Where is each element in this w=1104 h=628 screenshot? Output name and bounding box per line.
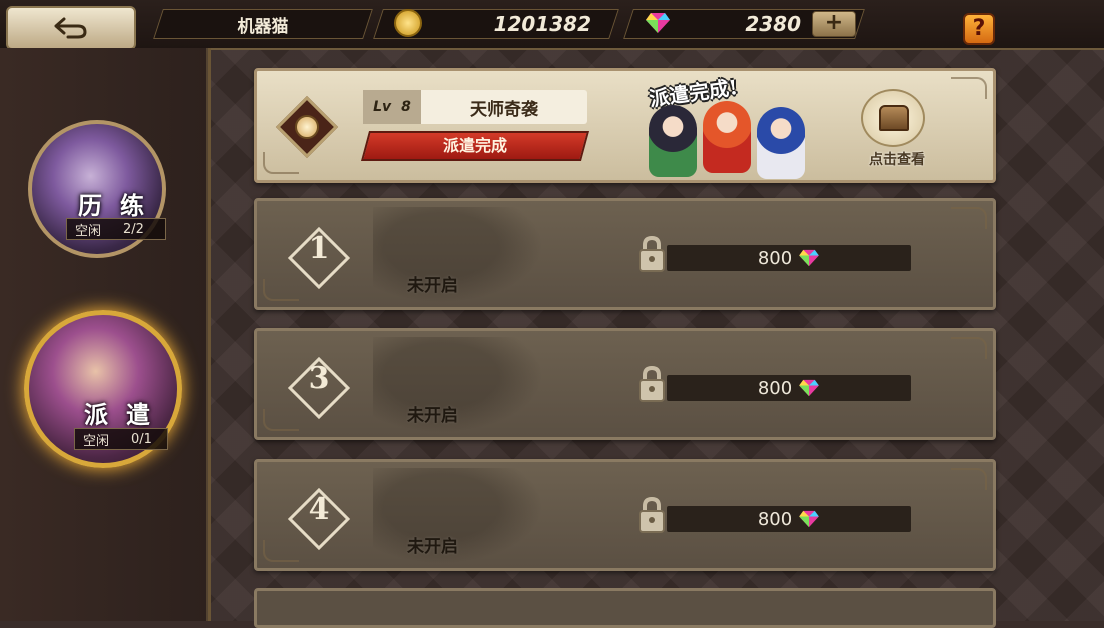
unlock-cost-button[interactable]: 800 [667,245,911,271]
mission-name: 天师奇袭 [470,99,538,120]
player-name: 机器猫 [237,16,289,37]
mission-info: Lv 8 天师奇袭 [363,90,587,124]
locked-slot-partial[interactable] [254,588,996,628]
slot-number: 3 [308,361,330,396]
chest-icon [879,105,909,131]
unlock-cost: 800 [757,247,793,269]
lock-icon [639,496,665,533]
unlock-cost-button[interactable]: 800 [667,375,911,401]
slot-number: 1 [308,231,330,266]
locked-label: 未开启 [407,276,458,296]
character-silhouette [373,207,543,303]
question-icon: ? [972,16,986,41]
corner-ornament [951,77,987,99]
player-name-panel: 机器猫 [153,9,373,39]
unlock-cost: 800 [757,508,793,530]
status-value: 2/2 [123,221,144,237]
chibi-character-green [649,105,697,177]
chibi-character-red [703,101,751,173]
gem-icon [799,510,819,528]
buy-gems-button[interactable]: + [812,11,856,37]
gem-icon [646,13,670,33]
status-value: 0/1 [131,431,152,447]
side-item-training-label: 历练 [78,191,162,220]
locked-label: 未开启 [407,537,458,557]
locked-slot-4[interactable]: 4 未开启 800 [254,459,996,571]
corner-ornament [263,279,299,301]
character-silhouette [373,337,543,433]
corner-ornament [951,468,987,490]
corner-ornament [951,207,987,229]
reward-chest-button[interactable] [861,89,925,147]
lock-icon [639,235,665,272]
gem-icon [799,379,819,397]
plus-icon: + [824,10,844,35]
corner-ornament [263,152,299,174]
gem-amount: 2380 [745,12,801,36]
locked-label: 未开启 [407,406,458,426]
help-button[interactable]: ? [963,13,995,45]
side-item-training-status: 空闲 2/2 [66,218,166,240]
gold-coin-icon [394,9,422,37]
character-silhouette [373,468,543,564]
lock-icon [639,365,665,402]
gold-amount: 1201382 [493,12,591,36]
level-prefix: Lv [373,99,392,115]
mission-card-completed[interactable]: Lv 8 天师奇袭 派遣完成 派遣完成! 点击查看 [254,68,996,183]
gem-icon [799,249,819,267]
slot-number: 4 [308,492,330,527]
status-label: 空闲 [75,223,102,239]
back-arrow-icon [54,17,87,39]
corner-ornament [951,337,987,359]
corner-ornament [263,409,299,431]
status-label: 空闲 [83,433,110,449]
pocket-watch-icon [295,115,319,139]
unlock-cost-button[interactable]: 800 [667,506,911,532]
view-reward-label: 点击查看 [869,152,925,168]
corner-ornament [263,540,299,562]
unlock-cost: 800 [757,377,793,399]
chibi-character-blue [757,107,805,179]
locked-slot-1[interactable]: 1 未开启 800 [254,198,996,310]
side-item-dispatch-label: 派遣 [84,400,168,429]
locked-slot-3[interactable]: 3 未开启 800 [254,328,996,440]
level-value: 8 [401,99,411,115]
level-tag: Lv 8 [363,90,421,124]
back-button[interactable] [6,6,136,50]
top-bar: 机器猫 1201382 2380 + ? [0,0,1104,50]
side-item-dispatch-status: 空闲 0/1 [74,428,168,450]
mission-status: 派遣完成 [442,136,507,155]
side-menu-frame [206,48,230,621]
